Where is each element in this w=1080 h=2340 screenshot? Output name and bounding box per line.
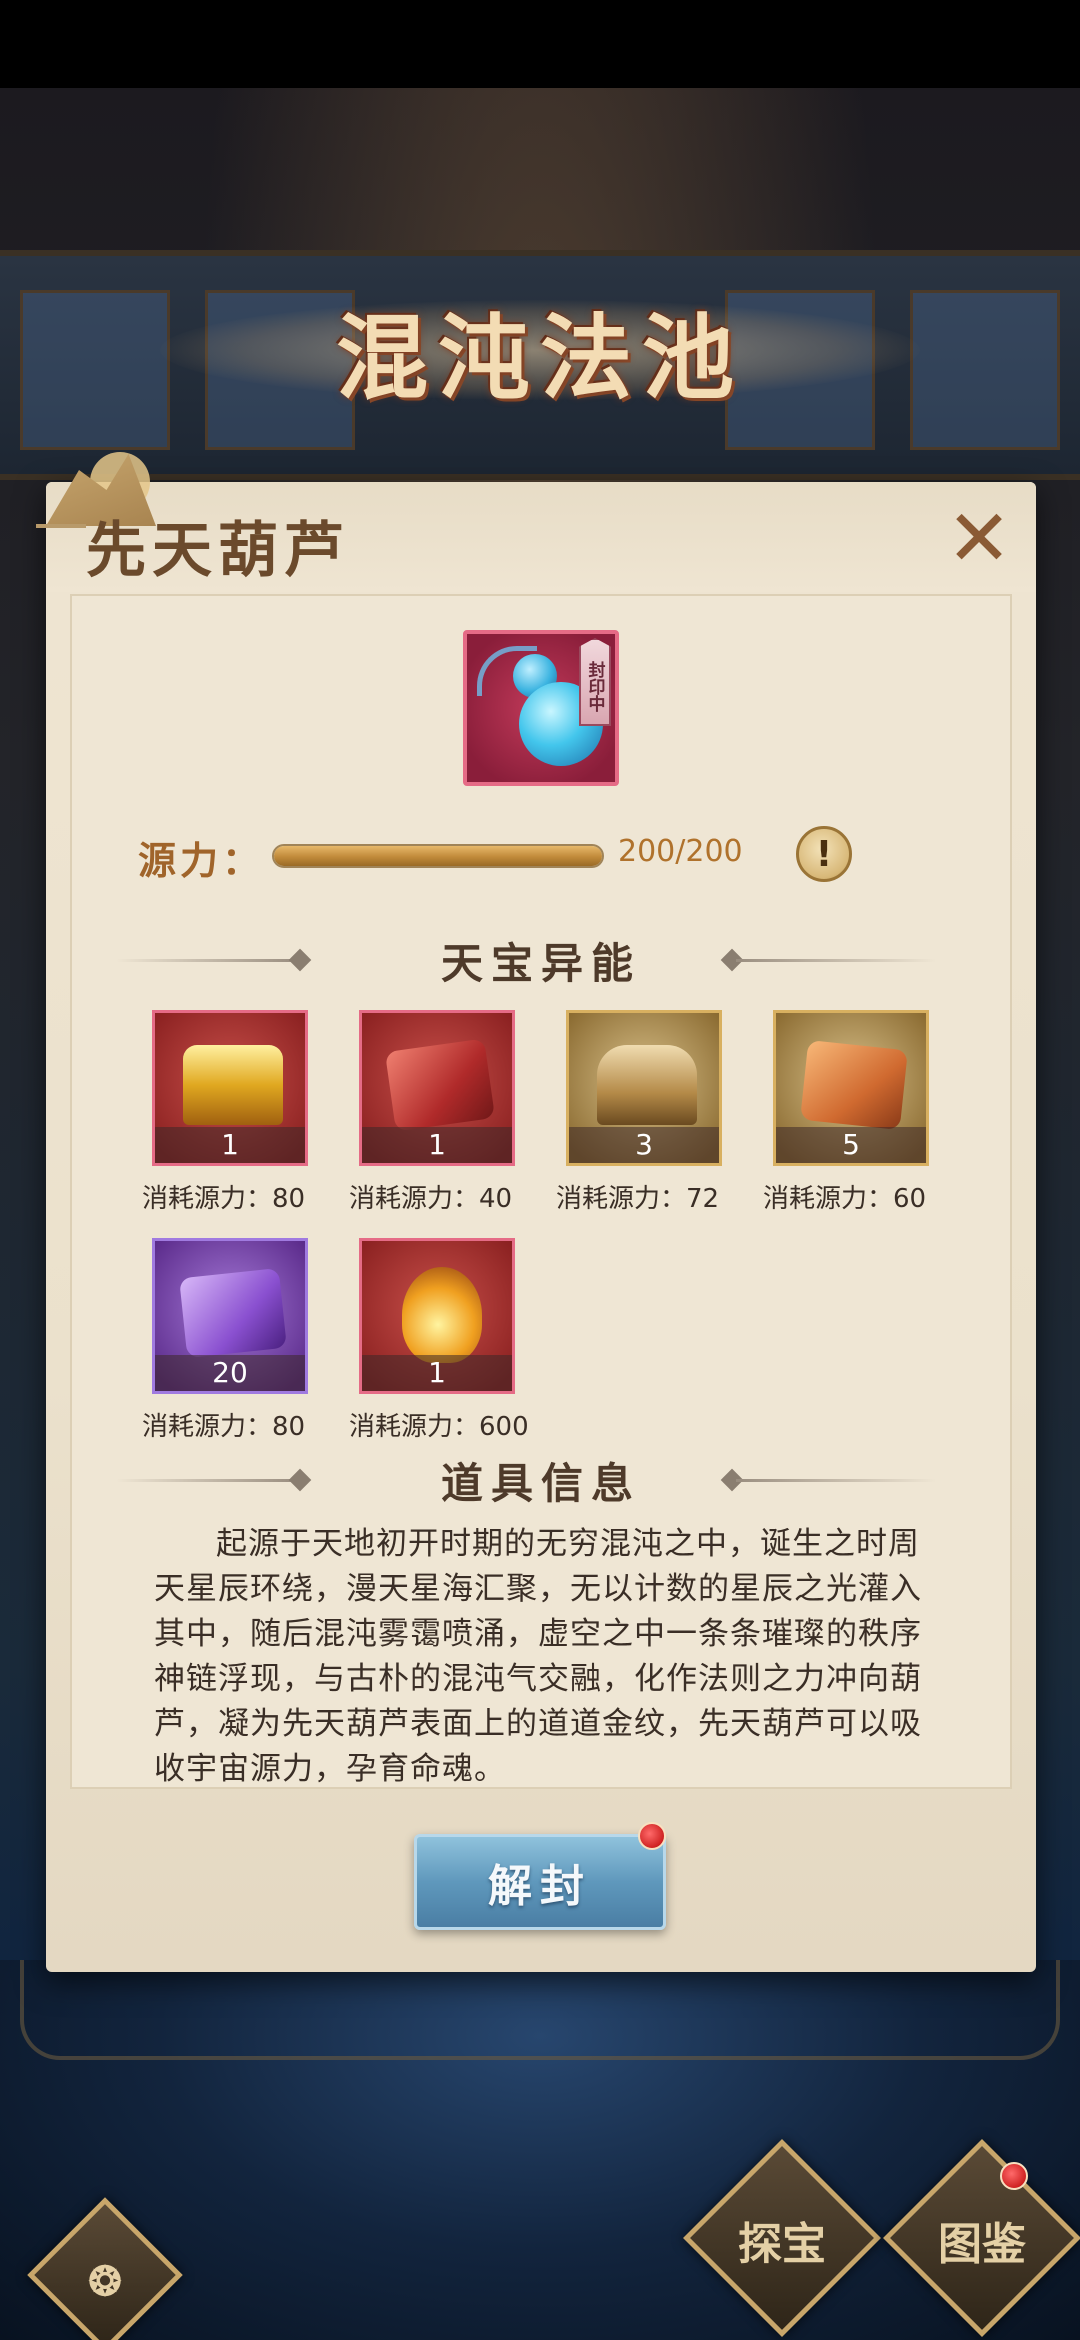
ability-cost: 消耗源力：72 (556, 1184, 720, 1214)
info-section-header: 道具信息 (76, 1450, 1006, 1510)
exclamation-icon: ! (815, 833, 833, 875)
ability-count: 1 (155, 1127, 305, 1163)
ability-cost: 消耗源力：600 (349, 1412, 529, 1440)
background-pool-rim (20, 1960, 1060, 2060)
info-button[interactable]: ! (796, 826, 852, 882)
info-section-title: 道具信息 (440, 1458, 641, 1508)
divider (116, 1479, 296, 1482)
ability-count: 20 (155, 1355, 305, 1391)
swirl-emblem-icon: ❂ (88, 2258, 122, 2306)
abilities-section-header: 天宝异能 (76, 930, 1006, 990)
ability-cost: 消耗源力：60 (763, 1184, 927, 1214)
bronze-chest-icon (597, 1045, 697, 1125)
background-window (910, 290, 1060, 450)
orange-giftbox-icon (800, 1039, 908, 1131)
ability-icon-frame: 1 (152, 1010, 308, 1166)
notification-dot (1000, 2162, 1028, 2190)
item-portrait[interactable]: 封印中 (463, 630, 619, 786)
ability-cost: 消耗源力：80 (142, 1412, 306, 1440)
background-window (20, 290, 170, 450)
energy-row: 源力： 200/200 ! (138, 822, 958, 892)
divider (736, 1479, 936, 1482)
ability-icon-frame: 3 (566, 1010, 722, 1166)
ability-icon-frame: 5 (773, 1010, 929, 1166)
diamond-decoration (288, 1468, 312, 1492)
golden-chest-icon (183, 1045, 283, 1125)
catalog-label: 图鉴 (938, 2219, 1026, 2271)
divider (116, 959, 296, 962)
energy-label: 源力： (138, 838, 265, 883)
close-icon: ✕ (946, 494, 1012, 584)
purple-giftbox-icon (179, 1267, 287, 1359)
banner: 混沌法池 (160, 280, 920, 420)
energy-value: 200/200 (618, 834, 743, 869)
panel-title: 先天葫芦 (86, 516, 350, 586)
unseal-button[interactable]: 解封 (414, 1834, 666, 1930)
ability-count: 3 (569, 1127, 719, 1163)
status-bar (0, 0, 1080, 88)
ability-icon-frame: 1 (359, 1010, 515, 1166)
seal-status-badge: 封印中 (579, 638, 611, 726)
ability-cost: 消耗源力：80 (142, 1184, 306, 1214)
diamond-decoration (288, 948, 312, 972)
ability-count: 1 (362, 1127, 512, 1163)
item-description: 起源于天地初开时期的无穷混沌之中，诞生之时周天星辰环绕，漫天星海汇聚，无以计数的… (154, 1526, 922, 1787)
ability-icon-frame: 20 (152, 1238, 308, 1394)
abilities-section-title: 天宝异能 (440, 938, 641, 988)
elixir-bottle-icon (402, 1267, 482, 1363)
close-button[interactable]: ✕ (944, 500, 1014, 578)
notification-dot (638, 1822, 666, 1850)
red-giftbox-icon (384, 1038, 496, 1132)
item-detail-panel: 先天葫芦 ✕ 封印中 源力： 200/200 ! 天宝异能 1 消耗源力：80 … (36, 452, 1036, 1972)
banner-title: 混沌法池 (335, 303, 744, 412)
energy-progress-fill (274, 846, 602, 866)
ability-icon-frame: 1 (359, 1238, 515, 1394)
ability-cost: 消耗源力：40 (349, 1184, 513, 1214)
ability-count: 5 (776, 1127, 926, 1163)
ability-count: 1 (362, 1355, 512, 1391)
energy-progress-bar (272, 844, 604, 868)
title-line-decoration (36, 524, 86, 528)
explore-label: 探宝 (738, 2219, 826, 2271)
divider (736, 959, 936, 962)
abilities-grid: 1 消耗源力：80 1 消耗源力：40 3 消耗源力：72 5 消耗源力：60 (106, 1010, 986, 1440)
